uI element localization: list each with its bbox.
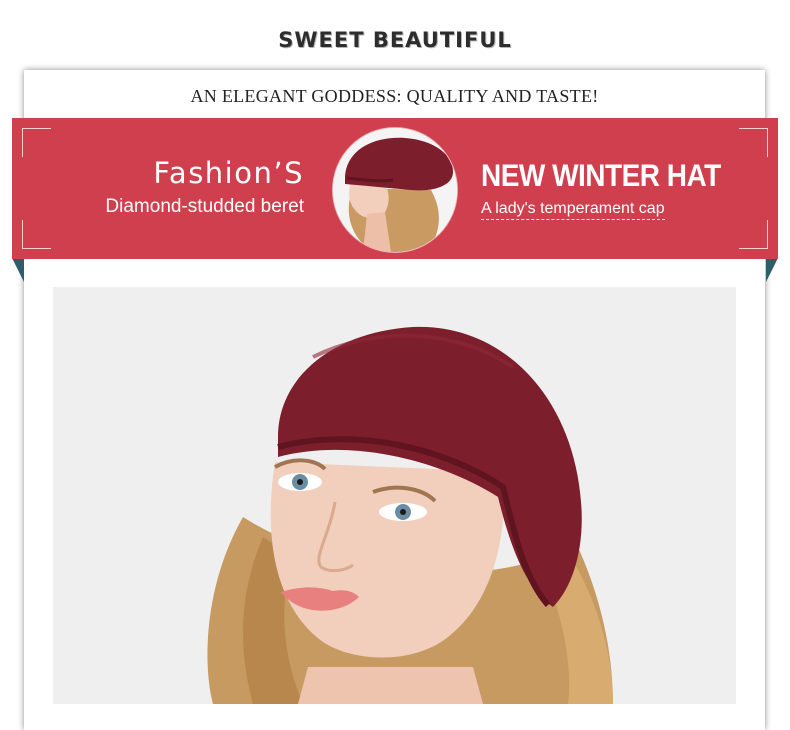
corner-bracket [22, 128, 51, 157]
tagline: AN ELEGANT GODDESS: QUALITY AND TASTE! [190, 86, 599, 106]
banner-left-subtitle: Diamond-studded beret [105, 196, 304, 217]
ribbon-fold-left [12, 258, 24, 282]
corner-bracket [739, 220, 768, 249]
product-photo [53, 287, 736, 704]
corner-bracket [22, 220, 51, 249]
banner-right-subtitle: A lady's temperament cap [481, 200, 665, 220]
banner-right-title: NEW WINTER HAT [481, 158, 721, 193]
product-thumbnail [333, 128, 457, 252]
corner-bracket [739, 128, 768, 157]
ribbon-fold-right [766, 258, 778, 282]
banner-left-title: Fashion’S [153, 156, 304, 190]
section-title: SWEET BEAUTIFUL [278, 28, 512, 52]
